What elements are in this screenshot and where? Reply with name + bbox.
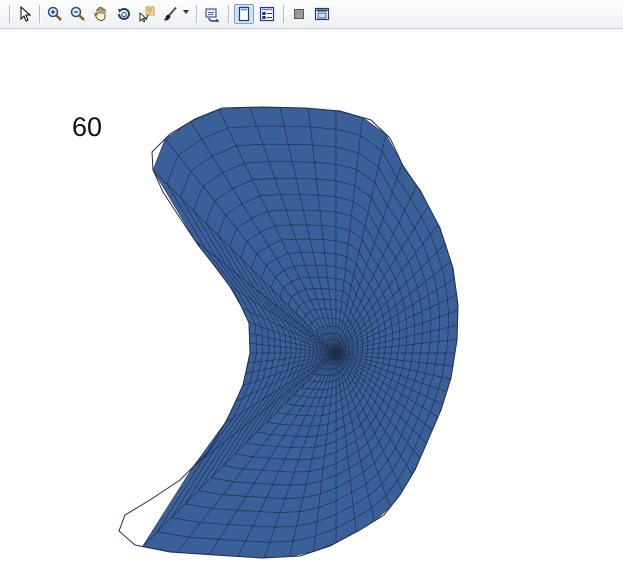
- surface-patch: [280, 347, 286, 353]
- surface-patch: [379, 342, 385, 348]
- brush-icon: [162, 6, 178, 22]
- surface-patch: [249, 333, 256, 344]
- surface-patch: [326, 266, 336, 279]
- surface-patch: [280, 107, 311, 127]
- surface-patch: [373, 348, 380, 353]
- toolbar-separator: [196, 5, 197, 23]
- surface-patch: [367, 349, 373, 353]
- toolbar-separator: [283, 5, 284, 23]
- brush-button[interactable]: [160, 4, 180, 24]
- surface-patch: [439, 327, 448, 341]
- plot-annotation-text: 60: [72, 112, 102, 143]
- surface-patch: [263, 345, 269, 353]
- surface-patch: [250, 343, 257, 353]
- surface-patch: [399, 337, 407, 346]
- property-editor-icon: [291, 6, 307, 22]
- surface-patch: [256, 344, 263, 353]
- figure-toolbar: [0, 0, 623, 29]
- surface-patch: [353, 351, 358, 353]
- surface-patch: [303, 210, 321, 225]
- surface-patch: [346, 352, 350, 354]
- surface-patch: [292, 162, 316, 179]
- surface-patch: [333, 326, 336, 333]
- surface-patch: [357, 350, 362, 353]
- toolbar-separator: [9, 5, 10, 23]
- surface-patch: [448, 310, 458, 327]
- surface-patch: [316, 179, 336, 197]
- data-cursor-icon: [139, 6, 155, 22]
- surface-patch: [343, 352, 346, 353]
- data-cursor-button[interactable]: [137, 4, 157, 24]
- select-pointer-icon: [17, 6, 33, 22]
- surface-patch: [315, 162, 337, 180]
- surface-patch: [414, 333, 422, 344]
- surface-patch: [406, 335, 414, 345]
- surface-patch: [378, 347, 385, 353]
- surface-patch: [311, 127, 337, 147]
- surface-patch: [275, 346, 281, 353]
- surface-patch: [430, 329, 439, 342]
- surface-patch: [284, 126, 312, 145]
- surface-patch: [340, 352, 343, 353]
- surface-patch: [328, 278, 337, 290]
- surface-patch: [349, 351, 353, 353]
- zoom-out-icon: [70, 6, 86, 22]
- surface-patch: [286, 347, 291, 353]
- dock-figure-button[interactable]: [312, 4, 332, 24]
- zoom-in-button[interactable]: [45, 4, 65, 24]
- surface-patch: [308, 108, 336, 129]
- surface-patch: [320, 211, 336, 227]
- toolbar-separator: [228, 5, 229, 23]
- show-plot-tools-icon: [259, 6, 275, 22]
- surface-patch: [269, 345, 275, 353]
- surface-patch: [331, 309, 336, 318]
- property-editor-button[interactable]: [289, 4, 309, 24]
- surface-patch: [329, 289, 336, 300]
- surface-patch: [313, 145, 336, 164]
- zoom-out-button[interactable]: [68, 4, 88, 24]
- dock-figure-icon: [314, 6, 330, 22]
- surface-patch: [330, 300, 336, 310]
- figure-canvas[interactable]: [0, 29, 623, 571]
- surface-patch: [392, 339, 399, 347]
- link-plot-icon: [204, 6, 220, 22]
- rotate-3d-button[interactable]: [114, 4, 134, 24]
- rotate-3d-icon: [116, 6, 132, 22]
- hide-plot-tools-icon: [236, 6, 252, 22]
- toolbar-separator: [39, 5, 40, 23]
- pan-button[interactable]: [91, 4, 111, 24]
- surface-patch: [296, 178, 318, 195]
- surface-patch: [288, 144, 314, 162]
- surface-patch: [300, 195, 320, 211]
- pan-hand-icon: [93, 6, 109, 22]
- hide-plot-tools-button[interactable]: [234, 4, 254, 24]
- brush-dropdown-arrow[interactable]: [183, 10, 189, 14]
- surface-patch: [318, 195, 336, 212]
- surface-patch: [448, 325, 458, 340]
- zoom-in-icon: [47, 6, 63, 22]
- select-pointer-button[interactable]: [15, 4, 35, 24]
- surface-patch: [325, 253, 336, 267]
- surface-patch: [332, 318, 336, 326]
- surface-patch: [385, 347, 393, 353]
- link-plot-button[interactable]: [202, 4, 222, 24]
- surface-patch: [362, 349, 368, 353]
- surface-patch: [334, 333, 336, 339]
- surface-patch: [323, 240, 336, 254]
- surface-patch: [322, 225, 336, 240]
- surface-patch: [422, 331, 431, 343]
- surface-plot[interactable]: [0, 29, 623, 571]
- show-plot-tools-button[interactable]: [257, 4, 277, 24]
